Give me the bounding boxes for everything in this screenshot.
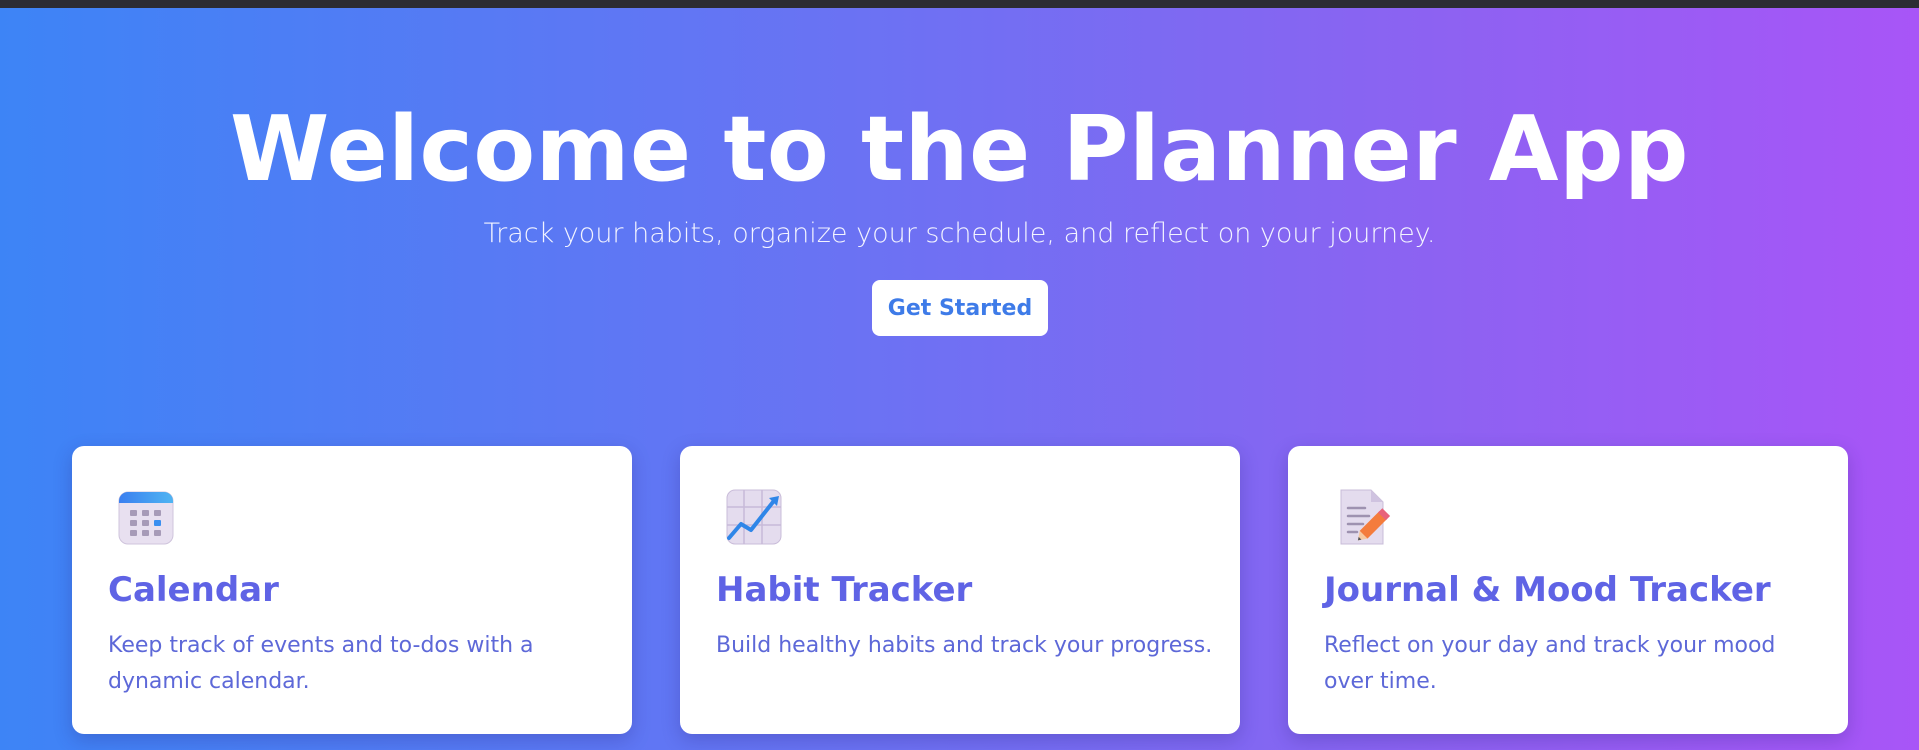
feature-title: Journal & Mood Tracker [1324, 570, 1771, 610]
feature-card-journal-mood-tracker[interactable]: Journal & Mood Tracker Reflect on your d… [1288, 446, 1848, 734]
page-title: Welcome to the Planner App [230, 97, 1689, 202]
feature-title: Calendar [108, 570, 279, 610]
chart-increasing-icon [726, 489, 782, 545]
hero-subtitle: Track your habits, organize your schedul… [483, 218, 1436, 249]
feature-description: Reflect on your day and track your mood … [1324, 633, 1776, 694]
get-started-button[interactable]: Get Started [872, 280, 1048, 336]
feature-description: Keep track of events and to-dos with a d… [108, 633, 534, 694]
feature-card-habit-tracker[interactable]: Habit Tracker Build healthy habits and t… [680, 446, 1240, 734]
memo-pencil-icon [1340, 489, 1391, 545]
calendar-icon [118, 491, 174, 545]
feature-title: Habit Tracker [716, 570, 973, 610]
feature-card-calendar[interactable]: Calendar Keep track of events and to-dos… [72, 446, 632, 734]
feature-description: Build healthy habits and track your prog… [716, 633, 1213, 658]
window-top-bar [0, 0, 1919, 8]
